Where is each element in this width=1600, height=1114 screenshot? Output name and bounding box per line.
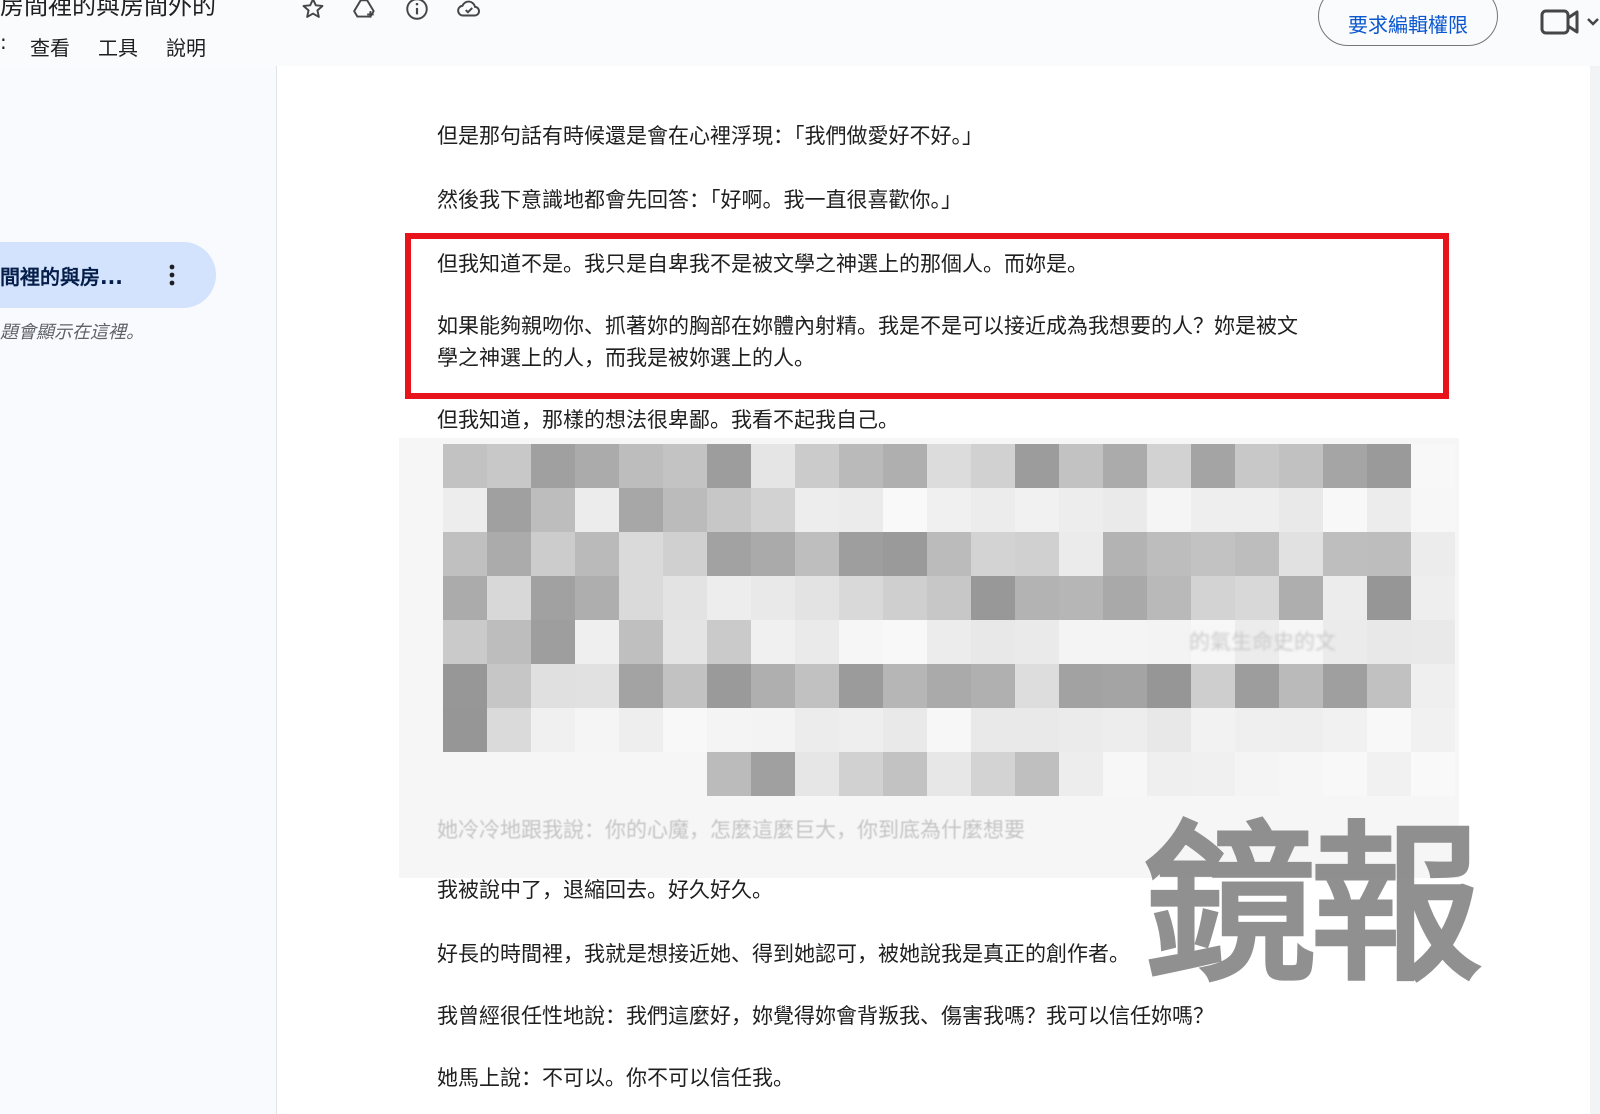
info-icon[interactable] [402,0,432,24]
outline-item-label: 間裡的與房... [0,265,123,289]
paragraph-highlighted[interactable]: 學之神選上的人，而我是被妳選上的人。 [437,342,815,374]
paragraph[interactable]: 好長的時間裡，我就是想接近她、得到她認可，被她說我是真正的創作者。 [437,938,1130,970]
scrollbar-track[interactable] [1590,66,1600,1114]
outline-hint-text: 題會顯示在這裡。 [0,322,144,343]
move-to-drive-icon[interactable] [350,0,380,24]
paragraph-faded[interactable]: 她冷冷地跟我說：你的心魔，怎麼這麼巨大，你到底為什麼想要 [437,814,1025,846]
watermark-logo: 鏡報 [1144,805,1482,1006]
document-outline-panel: 間裡的與房... 題會顯示在這裡。 [0,66,276,1114]
paragraph-highlighted[interactable]: 如果能夠親吻你、抓著妳的胸部在妳體內射精。我是不是可以接近成為我想要的人？妳是被… [437,310,1298,342]
star-icon[interactable] [298,0,328,24]
paragraph[interactable]: 我被說中了，退縮回去。好久好久。 [437,874,773,906]
paragraph[interactable]: 我曾經很任性地說：我們這麼好，妳覺得妳會背叛我、傷害我嗎？我可以信任妳嗎？ [437,1000,1214,1032]
top-bar: 房間裡的與房間外的 : 查看 工具 說明 要求編輯權限 [0,0,1600,66]
paragraph[interactable]: 然後我下意識地都會先回答：「好啊。我一直很喜歡你。」 [437,184,962,216]
menu-bar: : 查看 工具 說明 [0,30,206,63]
menu-view[interactable]: 查看 [30,30,70,63]
menu-tools[interactable]: 工具 [98,30,138,63]
paragraph[interactable]: 但我知道，那樣的想法很卑鄙。我看不起我自己。 [437,404,899,436]
title-icon-group [298,0,484,24]
document-title[interactable]: 房間裡的與房間外的 [0,0,216,21]
menu-cutoff-mark: : [0,30,7,54]
paragraph-highlighted[interactable]: 但我知道不是。我只是自卑我不是被文學之神選上的那個人。而妳是。 [437,248,1088,280]
video-call-icon[interactable] [1540,4,1600,38]
blurred-text-fragment: 的氣生命史的文 [1189,630,1336,654]
outline-item-selected[interactable]: 間裡的與房... [0,242,216,308]
paragraph[interactable]: 她馬上說：不可以。你不可以信任我。 [437,1062,794,1094]
request-edit-access-button[interactable]: 要求編輯權限 [1318,0,1498,46]
menu-help[interactable]: 說明 [166,30,206,63]
cloud-status-icon[interactable] [454,0,484,24]
more-vert-icon[interactable] [160,260,184,290]
paragraph[interactable]: 但是那句話有時候還是會在心裡浮現：「我們做愛好不好。」 [437,120,983,152]
